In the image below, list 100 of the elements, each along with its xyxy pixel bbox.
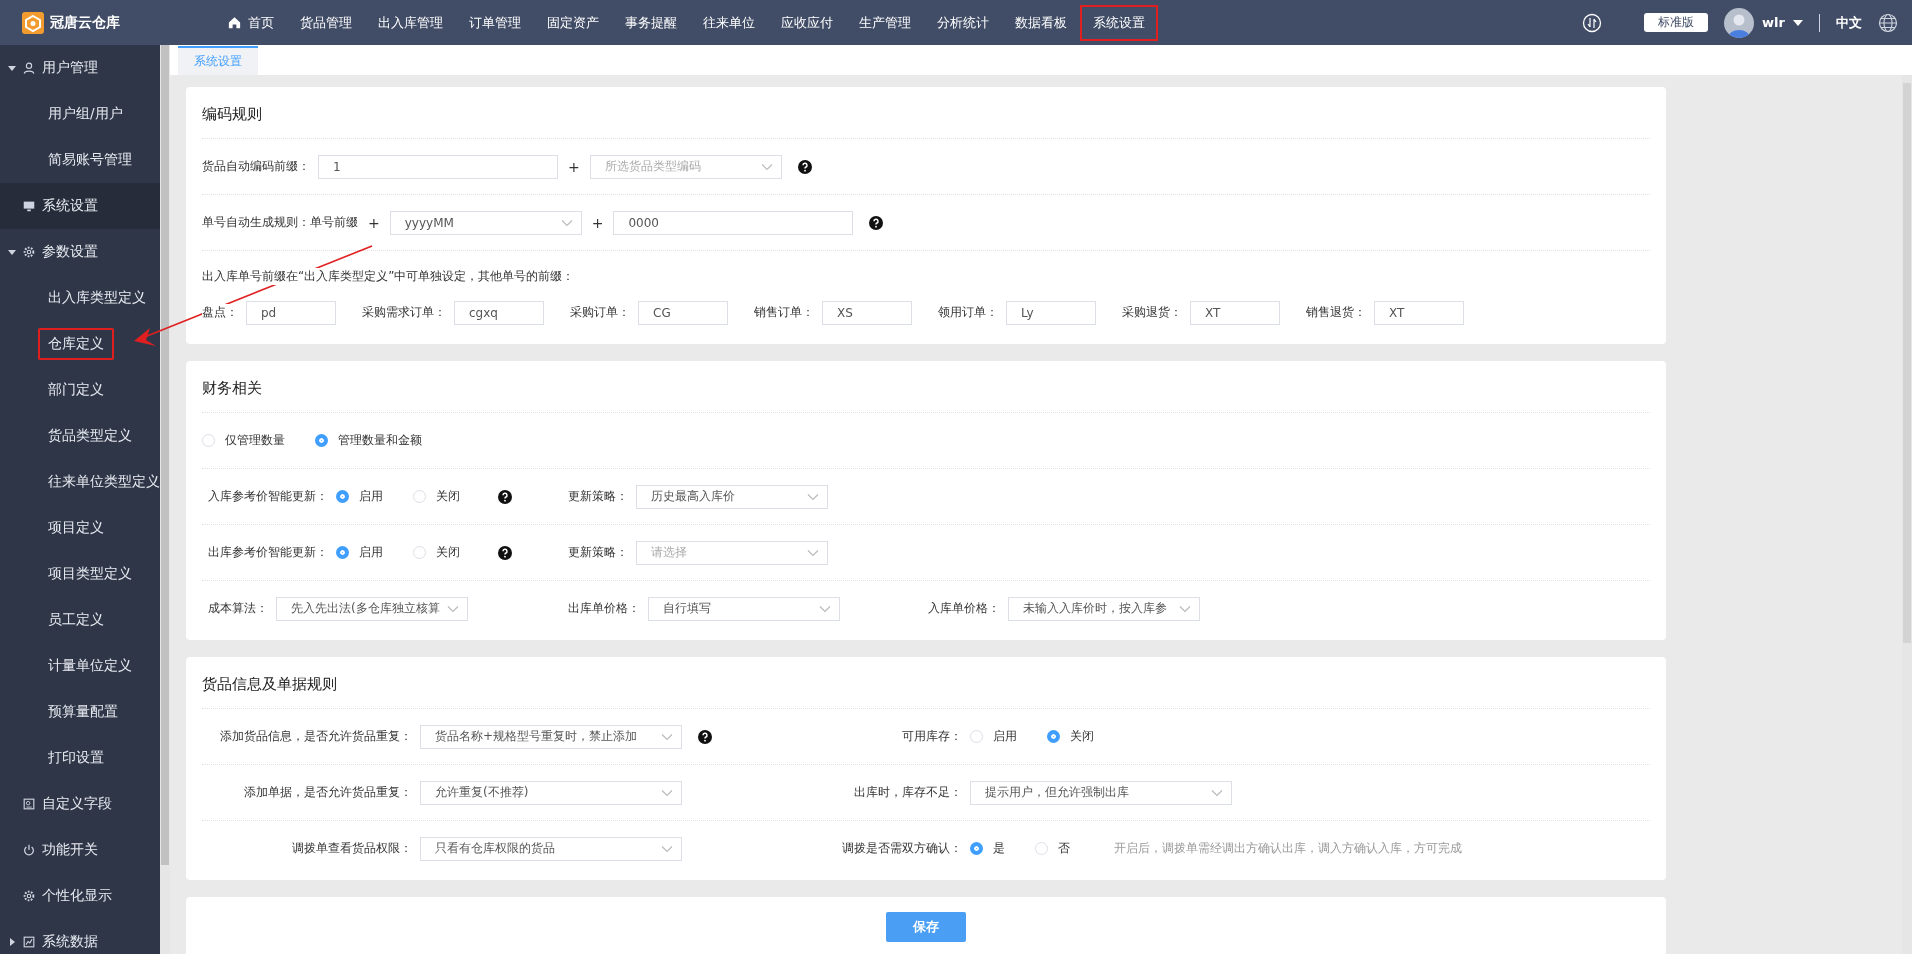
- radio-option[interactable]: 启用: [336, 544, 383, 561]
- nav-item[interactable]: 系统设置: [1080, 4, 1158, 41]
- circle-icon[interactable]: [1582, 12, 1603, 33]
- field-label: 更新策略：: [567, 488, 628, 505]
- sidebar-item[interactable]: 简易账号管理: [48, 146, 132, 174]
- sidebar-item[interactable]: 用户组/用户: [48, 100, 123, 128]
- user-icon: [22, 61, 36, 75]
- nav-item[interactable]: 事务提醒: [612, 4, 690, 41]
- field-label: 添加货品信息，是否允许货品重复：: [219, 728, 412, 745]
- field-label: 入库单价格：: [927, 600, 1000, 617]
- text-field[interactable]: 0000: [613, 210, 854, 235]
- nav-item[interactable]: 固定资产: [534, 4, 612, 41]
- field-label: 更新策略：: [567, 544, 628, 561]
- radio-button[interactable]: [315, 434, 328, 447]
- field-label: 调拨单查看货品权限：: [291, 840, 412, 857]
- radio-option[interactable]: 关闭: [1047, 728, 1094, 745]
- nav-item[interactable]: 生产管理: [846, 4, 924, 41]
- language-label[interactable]: 中文: [1836, 13, 1862, 32]
- sidebar-item[interactable]: 计量单位定义: [48, 652, 132, 680]
- help-icon[interactable]: [797, 159, 812, 174]
- help-icon[interactable]: [498, 545, 512, 560]
- radio-option[interactable]: 启用: [336, 488, 383, 505]
- field-label: 入库参考价智能更新：: [207, 488, 328, 505]
- select-field[interactable]: 历史最高入库价: [636, 484, 828, 509]
- sidebar-item[interactable]: 自定义字段: [42, 795, 112, 813]
- select-field[interactable]: 货品名称+规格型号重复时，禁止添加: [420, 724, 682, 749]
- help-icon[interactable]: [698, 729, 712, 744]
- radio-button[interactable]: [970, 842, 983, 855]
- text-field[interactable]: XS: [822, 300, 912, 325]
- text-field[interactable]: CG: [638, 300, 728, 325]
- radio-option[interactable]: 关闭: [413, 544, 460, 561]
- help-icon[interactable]: [498, 489, 512, 504]
- section-title: 货品信息及单据规则: [202, 657, 1650, 709]
- sidebar-item[interactable]: 系统设置: [42, 197, 98, 215]
- text-field[interactable]: Ly: [1006, 300, 1096, 325]
- plus-sign: +: [590, 214, 605, 231]
- select-field[interactable]: 提示用户，但允许强制出库: [970, 780, 1232, 805]
- help-icon[interactable]: [869, 215, 884, 230]
- nav-item[interactable]: 订单管理: [456, 4, 534, 41]
- radio-button[interactable]: [1047, 730, 1060, 743]
- radio-option[interactable]: 仅管理数量: [202, 432, 285, 449]
- select-field[interactable]: 未输入入库价时，按入库参: [1008, 596, 1200, 621]
- chevron-down-icon: [560, 218, 573, 227]
- radio-button[interactable]: [336, 546, 349, 559]
- nav-item[interactable]: 应收应付: [768, 4, 846, 41]
- sidebar-item[interactable]: 货品类型定义: [48, 422, 132, 450]
- radio-option[interactable]: 管理数量和金额: [315, 432, 422, 449]
- caret-down-icon[interactable]: [1793, 19, 1803, 26]
- sidebar-item[interactable]: 仓库定义: [38, 328, 114, 360]
- plus-sign: +: [567, 158, 581, 175]
- text-field[interactable]: XT: [1374, 300, 1464, 325]
- text-field[interactable]: 1: [318, 154, 558, 179]
- sidebar-item[interactable]: 出入库类型定义: [48, 284, 146, 312]
- sidebar-item[interactable]: 用户管理: [42, 59, 98, 77]
- sidebar-item[interactable]: 员工定义: [48, 606, 104, 634]
- text-field[interactable]: XT: [1190, 300, 1280, 325]
- sidebar-item[interactable]: 预算量配置: [48, 698, 118, 726]
- select-field[interactable]: 先入先出法(多仓库独立核算: [276, 596, 468, 621]
- field-label: 出库单价格：: [567, 600, 640, 617]
- radio-option[interactable]: 启用: [970, 728, 1017, 745]
- field-label: 可用库存：: [901, 728, 962, 745]
- sidebar-item[interactable]: 打印设置: [48, 744, 104, 772]
- edition-badge: 标准版: [1644, 13, 1709, 32]
- sidebar-item[interactable]: 系统数据: [42, 933, 98, 951]
- sidebar-item[interactable]: 功能开关: [42, 841, 98, 859]
- section-title: 财务相关: [202, 361, 1650, 413]
- chevron-down-icon: [1179, 604, 1191, 613]
- nav-item[interactable]: 往来单位: [690, 4, 768, 41]
- text-field[interactable]: cgxq: [454, 300, 544, 325]
- globe-icon[interactable]: [1878, 12, 1898, 33]
- chevron-down-icon: [447, 604, 459, 613]
- select-field[interactable]: yyyyMM: [389, 210, 582, 235]
- radio-option[interactable]: 关闭: [413, 488, 460, 505]
- nav-item[interactable]: 分析统计: [924, 4, 1002, 41]
- radio-button[interactable]: [336, 490, 349, 503]
- user-name[interactable]: wlr: [1762, 15, 1785, 30]
- select-field[interactable]: 允许重复(不推荐): [420, 780, 682, 805]
- sidebar-item[interactable]: 部门定义: [48, 376, 104, 404]
- sidebar-item[interactable]: 项目定义: [48, 514, 104, 542]
- field-label: 单号自动生成规则：单号前缀: [202, 214, 358, 231]
- select-field[interactable]: 只看有仓库权限的货品: [420, 836, 682, 861]
- radio-option[interactable]: 否: [1035, 840, 1070, 857]
- radio-option[interactable]: 是: [970, 840, 1005, 857]
- text-field[interactable]: pd: [246, 300, 336, 325]
- avatar-icon[interactable]: [1724, 7, 1755, 38]
- section-title: 编码规则: [202, 87, 1650, 139]
- nav-item[interactable]: 数据看板: [1002, 4, 1080, 41]
- nav-item[interactable]: 首页: [214, 4, 287, 41]
- nav-item[interactable]: 出入库管理: [365, 4, 456, 41]
- sidebar-item[interactable]: 个性化显示: [42, 887, 112, 905]
- select-field[interactable]: 自行填写: [648, 596, 840, 621]
- plus-sign: +: [367, 214, 381, 231]
- nav-item[interactable]: 货品管理: [287, 4, 365, 41]
- sidebar-item[interactable]: 参数设置: [42, 243, 98, 261]
- sidebar-item[interactable]: 项目类型定义: [48, 560, 132, 588]
- scrollbar-thumb[interactable]: [161, 45, 169, 865]
- sidebar-item[interactable]: 往来单位类型定义: [48, 468, 160, 496]
- field-label: 调拨是否需双方确认：: [841, 840, 962, 857]
- field-label: 添加单据，是否允许货品重复：: [243, 784, 412, 801]
- chevron-down-icon: [760, 162, 773, 171]
